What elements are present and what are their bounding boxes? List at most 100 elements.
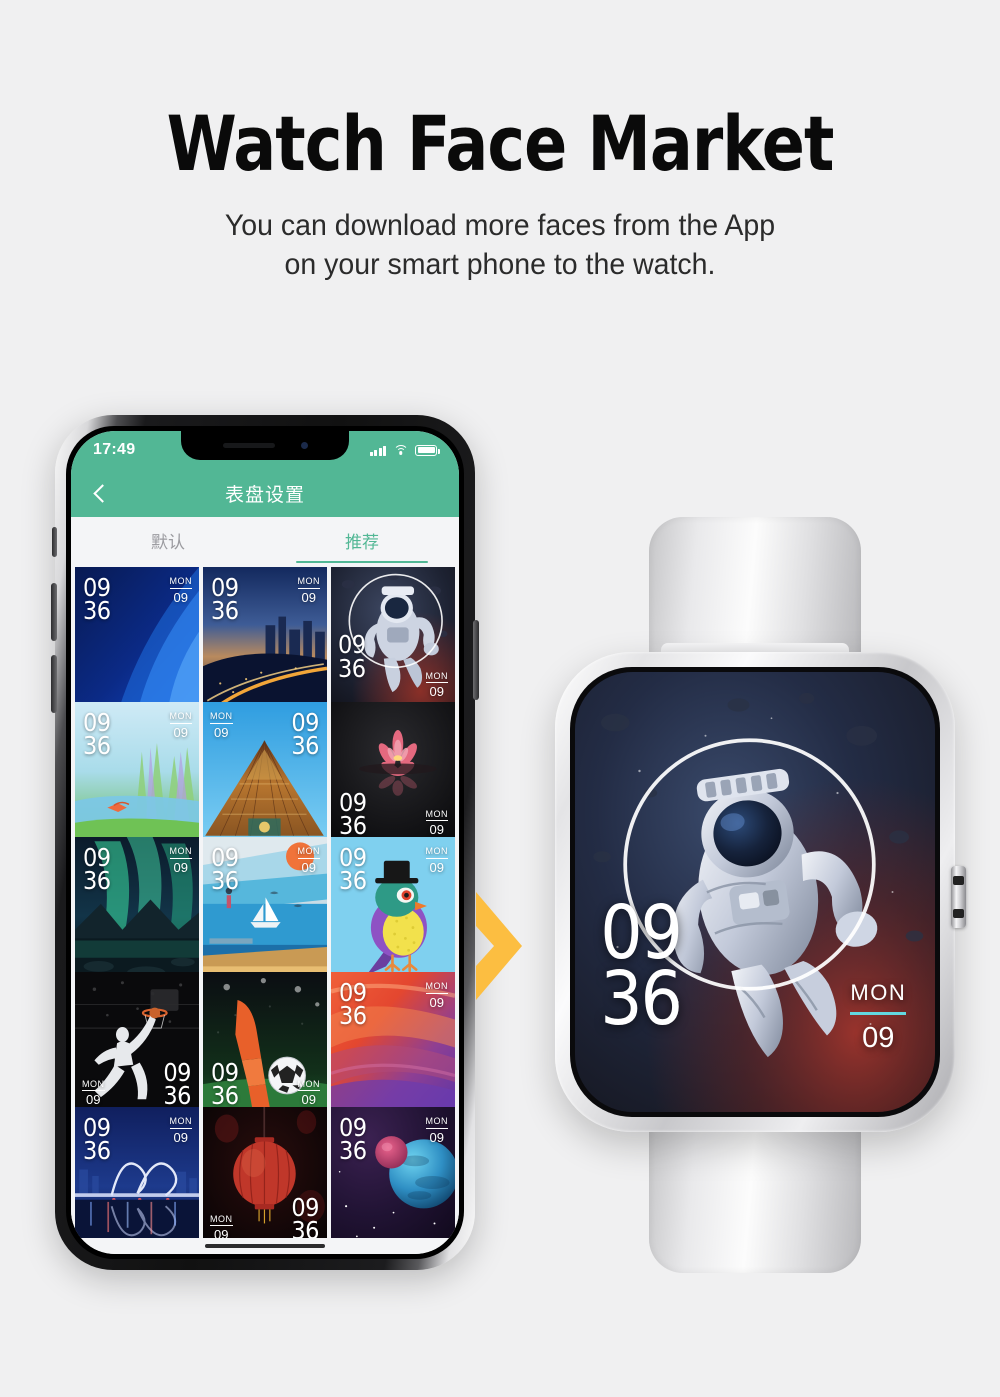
thumbnail-date-display: MON 09 [210,1213,233,1238]
watch-face-thumbnail[interactable]: 09 36 MON 09 [331,972,455,1117]
phone-screen: 17:49 表盘设置 默认 推荐 09 36 MON 09 09 36 MON … [71,431,459,1254]
thumbnail-day-number: 09 [210,722,233,739]
phone-power-button[interactable] [473,620,479,700]
phone-notch [181,431,349,460]
thumbnail-minutes: 36 [338,653,366,683]
watch-face-thumbnail[interactable]: 09 36 MON 09 [331,702,455,847]
thumbnail-weekday: MON [425,808,448,819]
watch-face-thumbnail[interactable]: 09 36 MON 09 [203,972,327,1117]
thumbnail-date-display: MON 09 [425,1116,448,1144]
thumbnail-time-display: 09 36 [339,845,367,896]
thumbnail-time-display: 09 36 [83,1115,111,1164]
thumbnail-minutes: 36 [339,1136,367,1166]
watch-face-thumbnail[interactable]: 09 36 MON 09 [203,567,327,712]
watch-day-number: 09 [850,1011,907,1055]
thumbnail-day-number: 09 [169,1127,192,1144]
thumbnail-weekday: MON [297,576,320,586]
thumbnail-day-number: 09 [169,722,192,739]
thumbnail-time-display: 09 36 [338,632,366,683]
watch-time-display: 09 36 [600,896,683,1043]
watch-face-thumbnail[interactable]: 09 36 MON 09 [331,837,455,982]
earpiece-speaker [222,443,275,448]
hero-text-block: Watch Face Market You can download more … [0,104,1000,285]
thumbnail-weekday: MON [425,846,448,856]
thumbnail-weekday: MON [425,1116,448,1126]
watch-weekday: MON [850,979,907,1005]
thumbnail-date-display: MON 09 [425,846,448,874]
thumbnail-minutes: 36 [83,866,111,896]
thumbnail-minutes: 36 [339,1001,367,1031]
tab-bar: 默认 推荐 [71,517,459,563]
phone-bezel: 17:49 表盘设置 默认 推荐 09 36 MON 09 09 36 MON … [66,426,464,1259]
watch-face-thumbnail[interactable]: 09 36 MON 09 [75,972,199,1117]
status-bar-indicators [369,444,440,456]
thumbnail-weekday: MON [169,1116,192,1126]
thumbnail-time-display: 09 36 [83,575,111,626]
front-camera-icon [300,442,308,449]
thumbnail-minutes: 36 [211,596,239,626]
watch-face-thumbnail[interactable]: 09 36 MON 09 [75,1107,199,1238]
watch-minutes: 36 [600,956,683,1043]
watch-face-thumbnail[interactable]: 09 36 MON 09 [75,837,199,982]
thumbnail-weekday: MON [297,846,320,856]
thumbnail-day-number: 09 [82,1090,105,1106]
thumbnail-date-display: MON 09 [425,808,448,836]
thumbnail-weekday: MON [82,1078,105,1089]
thumbnail-date-display: MON 09 [169,577,192,604]
thumbnail-minutes: 36 [339,866,367,896]
status-bar-time: 17:49 [93,441,136,458]
status-bar: 17:49 [71,431,459,469]
thumbnail-time-display: 09 36 [163,1060,191,1109]
thumbnail-time-display: 09 36 [211,1060,239,1109]
tab-default[interactable]: 默认 [71,517,265,563]
thumbnail-time-display: 09 36 [291,710,319,759]
thumbnail-date-display: MON 09 [169,1116,192,1144]
signal-bars-icon [369,445,386,456]
thumbnail-minutes: 36 [339,811,367,841]
app-screen-title: 表盘设置 [224,484,305,506]
thumbnail-date-display: MON 09 [297,576,320,604]
chevron-right-arrow [470,888,528,1004]
home-indicator [71,1238,459,1254]
thumbnail-weekday: MON [169,846,192,856]
thumbnail-time-display: 09 36 [211,845,239,896]
thumbnail-minutes: 36 [291,1216,319,1238]
phone-silent-switch[interactable] [52,527,57,557]
watch-screen: 09 36 MON 09 [575,672,935,1112]
thumbnail-weekday: MON [210,1213,233,1224]
thumbnail-day-number: 09 [425,820,448,836]
watch-face-grid: 09 36 MON 09 09 36 MON 09 09 36 MON 09 0… [71,563,459,1238]
thumbnail-day-number: 09 [425,1127,448,1144]
thumbnail-minutes: 36 [83,596,111,626]
battery-full-icon [415,444,440,456]
watch-face-thumbnail[interactable]: 09 36 MON 09 [203,702,327,847]
watch-inner-bezel: 09 36 MON 09 [570,667,940,1117]
watch-face-thumbnail[interactable]: 09 36 MON 09 [75,567,199,712]
watch-face-thumbnail[interactable]: 09 36 MON 09 [203,837,327,982]
thumbnail-day-number: 09 [297,857,320,874]
crown-button-icon[interactable] [951,866,966,928]
thumbnail-time-display: 09 36 [83,845,111,896]
thumbnail-minutes: 36 [83,731,111,761]
thumbnail-day-number: 09 [297,1090,320,1106]
thumbnail-minutes: 36 [211,866,239,896]
watch-face-thumbnail[interactable]: 09 36 MON 09 [331,567,455,712]
thumbnail-day-number: 09 [425,992,448,1009]
phone-volume-up-button[interactable] [51,583,57,641]
smartwatch-mockup: 09 36 MON 09 [545,515,966,1275]
thumbnail-day-number: 09 [425,682,448,698]
hero-subtitle-line-1: You can download more faces from the App [224,208,776,242]
thumbnail-day-number: 09 [297,587,320,604]
thumbnail-weekday: MON [210,711,233,721]
thumbnail-time-display: 09 36 [291,1195,319,1238]
chevron-left-icon[interactable] [85,478,115,508]
thumbnail-weekday: MON [425,981,448,991]
phone-volume-down-button[interactable] [51,655,57,713]
tab-recommended[interactable]: 推荐 [265,517,459,563]
hero-subtitle-line-2: on your smart phone to the watch. [284,248,716,282]
watch-face-thumbnail[interactable]: 09 36 MON 09 [203,1107,327,1238]
thumbnail-time-display: 09 36 [211,575,239,626]
watch-face-thumbnail[interactable]: 09 36 MON 09 [75,702,199,847]
thumbnail-date-display: MON 09 [210,712,233,739]
watch-face-thumbnail[interactable]: 09 36 MON 09 [331,1107,455,1238]
